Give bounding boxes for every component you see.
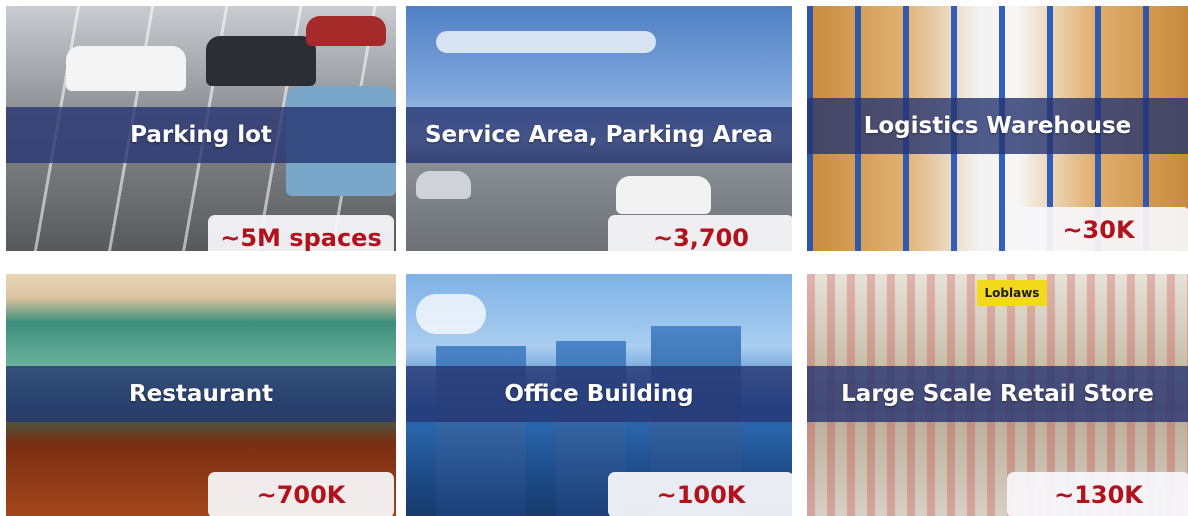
tile-large-scale-retail-store: Loblaws Large Scale Retail Store ~130K [807, 274, 1188, 516]
tile-value: ~130K [1007, 472, 1188, 516]
car-red [306, 16, 386, 46]
tile-label: Office Building [406, 366, 792, 422]
tile-label: Restaurant [6, 366, 396, 422]
tile-label: Service Area, Parking Area [406, 107, 792, 163]
tile-office-building: Office Building ~100K [406, 274, 792, 516]
tile-label: Parking lot [6, 107, 396, 163]
tile-parking-lot: Parking lot ~5M spaces [6, 6, 396, 251]
tile-label: Logistics Warehouse [807, 98, 1188, 154]
tile-restaurant: Restaurant ~700K [6, 274, 396, 516]
tile-value: ~30K [1007, 207, 1188, 251]
tile-label: Large Scale Retail Store [807, 366, 1188, 422]
tile-value: ~700K [208, 472, 394, 516]
store-sign: Loblaws [977, 280, 1047, 306]
tile-value: ~100K [608, 472, 792, 516]
cloud [436, 31, 656, 53]
van-white [616, 176, 711, 214]
car-silver [416, 171, 471, 199]
tile-service-area: Service Area, Parking Area ~3,700 [406, 6, 792, 251]
cloud [416, 294, 486, 334]
car-black [206, 36, 316, 86]
car-white [66, 46, 186, 91]
tile-value: ~5M spaces [208, 215, 394, 251]
tile-logistics-warehouse: Logistics Warehouse ~30K [807, 6, 1188, 251]
tile-value: ~3,700 [608, 215, 792, 251]
